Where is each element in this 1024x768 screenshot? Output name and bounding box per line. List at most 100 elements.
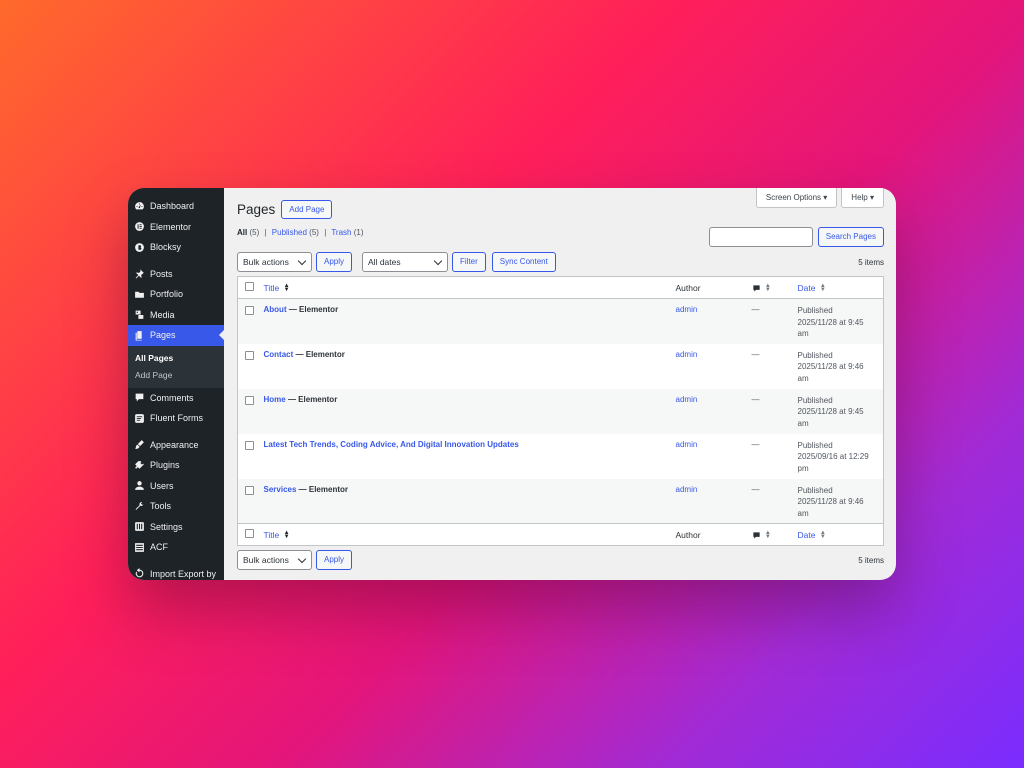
sidebar-item-users[interactable]: Users: [128, 476, 224, 497]
sidebar-item-elementor[interactable]: Elementor: [128, 217, 224, 238]
sidebar-item-label: Portfolio: [150, 289, 184, 300]
filter-all-count: (5): [249, 228, 260, 237]
title-column-footer[interactable]: Title: [264, 530, 280, 540]
sidebar-item-plugins[interactable]: Plugins: [128, 455, 224, 476]
table-header-row: Title ▲ ▼ Author ▲ ▼ Date ▲ ▼: [237, 276, 884, 299]
admin-sidebar: Dashboard Elementor Blocksy Posts Portfo…: [128, 188, 224, 580]
date-filter-value: All dates: [368, 257, 401, 267]
search-box: Search Pages: [708, 227, 884, 247]
row-author-link[interactable]: admin: [676, 440, 698, 449]
forms-icon: [134, 413, 145, 424]
bulk-actions-select[interactable]: Bulk actions: [237, 252, 312, 272]
chevron-down-icon: [297, 554, 307, 563]
sort-icon: ▲ ▼: [764, 283, 771, 294]
add-page-button[interactable]: Add Page: [281, 200, 333, 219]
row-comments: —: [751, 439, 760, 449]
filter-published-count: (5): [309, 228, 319, 237]
filter-separator: |: [324, 228, 327, 237]
table-row: Contact — Elementor admin — Published 202…: [238, 344, 884, 389]
row-title-link[interactable]: Home: [264, 395, 286, 404]
sidebar-item-blocksy[interactable]: Blocksy: [128, 237, 224, 258]
sidebar-item-settings[interactable]: Settings: [128, 517, 224, 538]
row-comments: —: [751, 484, 760, 494]
filter-trash[interactable]: Trash: [331, 228, 351, 237]
comments-column-icon[interactable]: [752, 529, 761, 539]
pages-icon: [134, 330, 145, 341]
blocksy-icon: [134, 242, 145, 253]
sidebar-item-dashboard[interactable]: Dashboard: [128, 196, 224, 217]
sidebar-item-label: Plugins: [150, 460, 180, 471]
select-all-checkbox[interactable]: [245, 282, 254, 291]
filter-all[interactable]: All: [237, 228, 247, 237]
tablenav-bottom: Bulk actions Apply 5 items: [237, 550, 884, 570]
row-date: 2025/11/28 at 9:46: [797, 362, 864, 371]
comments-column-icon[interactable]: [752, 282, 761, 292]
sidebar-item-appearance[interactable]: Appearance: [128, 435, 224, 456]
row-author-link[interactable]: admin: [676, 350, 698, 359]
sidebar-item-label: Comments: [150, 392, 194, 403]
apply-button-bottom[interactable]: Apply: [316, 550, 353, 570]
row-title-link[interactable]: About: [264, 305, 287, 314]
sidebar-item-portfolio[interactable]: Portfolio: [128, 284, 224, 305]
row-title-link[interactable]: Latest Tech Trends, Coding Advice, And D…: [264, 440, 519, 449]
import-icon: [134, 568, 145, 579]
row-date: 2025/11/28 at 9:46: [797, 497, 864, 506]
sidebar-item-tools[interactable]: Tools: [128, 496, 224, 517]
submenu-all-pages[interactable]: All Pages: [135, 350, 224, 367]
chevron-down-icon: [297, 256, 307, 265]
select-all-checkbox-bottom[interactable]: [245, 529, 254, 538]
row-title-link[interactable]: Services: [264, 485, 297, 494]
filter-button[interactable]: Filter: [452, 252, 486, 272]
media-icon: [134, 309, 145, 320]
folder-icon: [134, 289, 145, 300]
search-input[interactable]: [708, 227, 813, 247]
bulk-actions-select-bottom[interactable]: Bulk actions: [237, 550, 312, 570]
sidebar-item-media[interactable]: Media: [128, 305, 224, 326]
row-author-link[interactable]: admin: [676, 395, 698, 404]
elementor-icon: [134, 221, 145, 232]
sort-icon: ▲ ▼: [764, 530, 771, 541]
sidebar-item-label: Fluent Forms: [150, 413, 204, 424]
screen-meta-links: Screen Options ▾ Help ▾: [755, 188, 884, 208]
filter-published[interactable]: Published: [272, 228, 307, 237]
sidebar-item-import-export[interactable]: Import Export by: [128, 564, 224, 581]
help-button[interactable]: Help ▾: [841, 188, 884, 208]
row-checkbox[interactable]: [245, 306, 254, 315]
row-checkbox[interactable]: [245, 350, 254, 360]
sidebar-item-acf[interactable]: ACF: [128, 537, 224, 558]
sort-icon: ▲ ▼: [283, 530, 290, 541]
row-time-suffix: pm: [797, 463, 809, 473]
sidebar-item-label: Users: [150, 480, 174, 491]
acf-icon: [134, 542, 145, 553]
search-pages-button[interactable]: Search Pages: [817, 227, 884, 247]
sidebar-item-comments[interactable]: Comments: [128, 388, 224, 409]
screen-options-button[interactable]: Screen Options ▾: [755, 188, 838, 208]
sort-icon: ▲ ▼: [819, 530, 826, 541]
row-time-suffix: am: [797, 373, 809, 383]
sidebar-item-fluent-forms[interactable]: Fluent Forms: [128, 408, 224, 429]
row-checkbox[interactable]: [245, 395, 254, 405]
row-author-link[interactable]: admin: [676, 305, 698, 314]
sidebar-item-pages[interactable]: Pages: [128, 325, 224, 346]
date-column-header[interactable]: Date: [798, 283, 816, 293]
row-post-state: — Elementor: [285, 394, 338, 404]
sort-icon: ▲ ▼: [819, 283, 826, 294]
sidebar-item-label: Settings: [150, 521, 183, 532]
row-time-suffix: am: [797, 329, 809, 338]
row-time-suffix: am: [797, 508, 809, 518]
sync-content-button[interactable]: Sync Content: [491, 252, 556, 272]
row-checkbox[interactable]: [245, 485, 254, 495]
submenu-add-page[interactable]: Add Page: [135, 367, 224, 384]
brush-icon: [134, 439, 145, 450]
title-column-header[interactable]: Title: [264, 283, 280, 293]
date-column-footer[interactable]: Date: [798, 530, 816, 540]
sort-icon: ▲ ▼: [283, 283, 290, 294]
apply-button[interactable]: Apply: [316, 252, 353, 272]
row-author-link[interactable]: admin: [676, 485, 698, 494]
sidebar-item-label: Elementor: [150, 221, 192, 232]
row-checkbox[interactable]: [245, 440, 254, 450]
row-title-link[interactable]: Contact: [264, 350, 294, 359]
main-content: Screen Options ▾ Help ▾ Pages Add Page A…: [224, 188, 896, 580]
date-filter-select[interactable]: All dates: [362, 252, 449, 272]
sidebar-item-posts[interactable]: Posts: [128, 264, 224, 285]
